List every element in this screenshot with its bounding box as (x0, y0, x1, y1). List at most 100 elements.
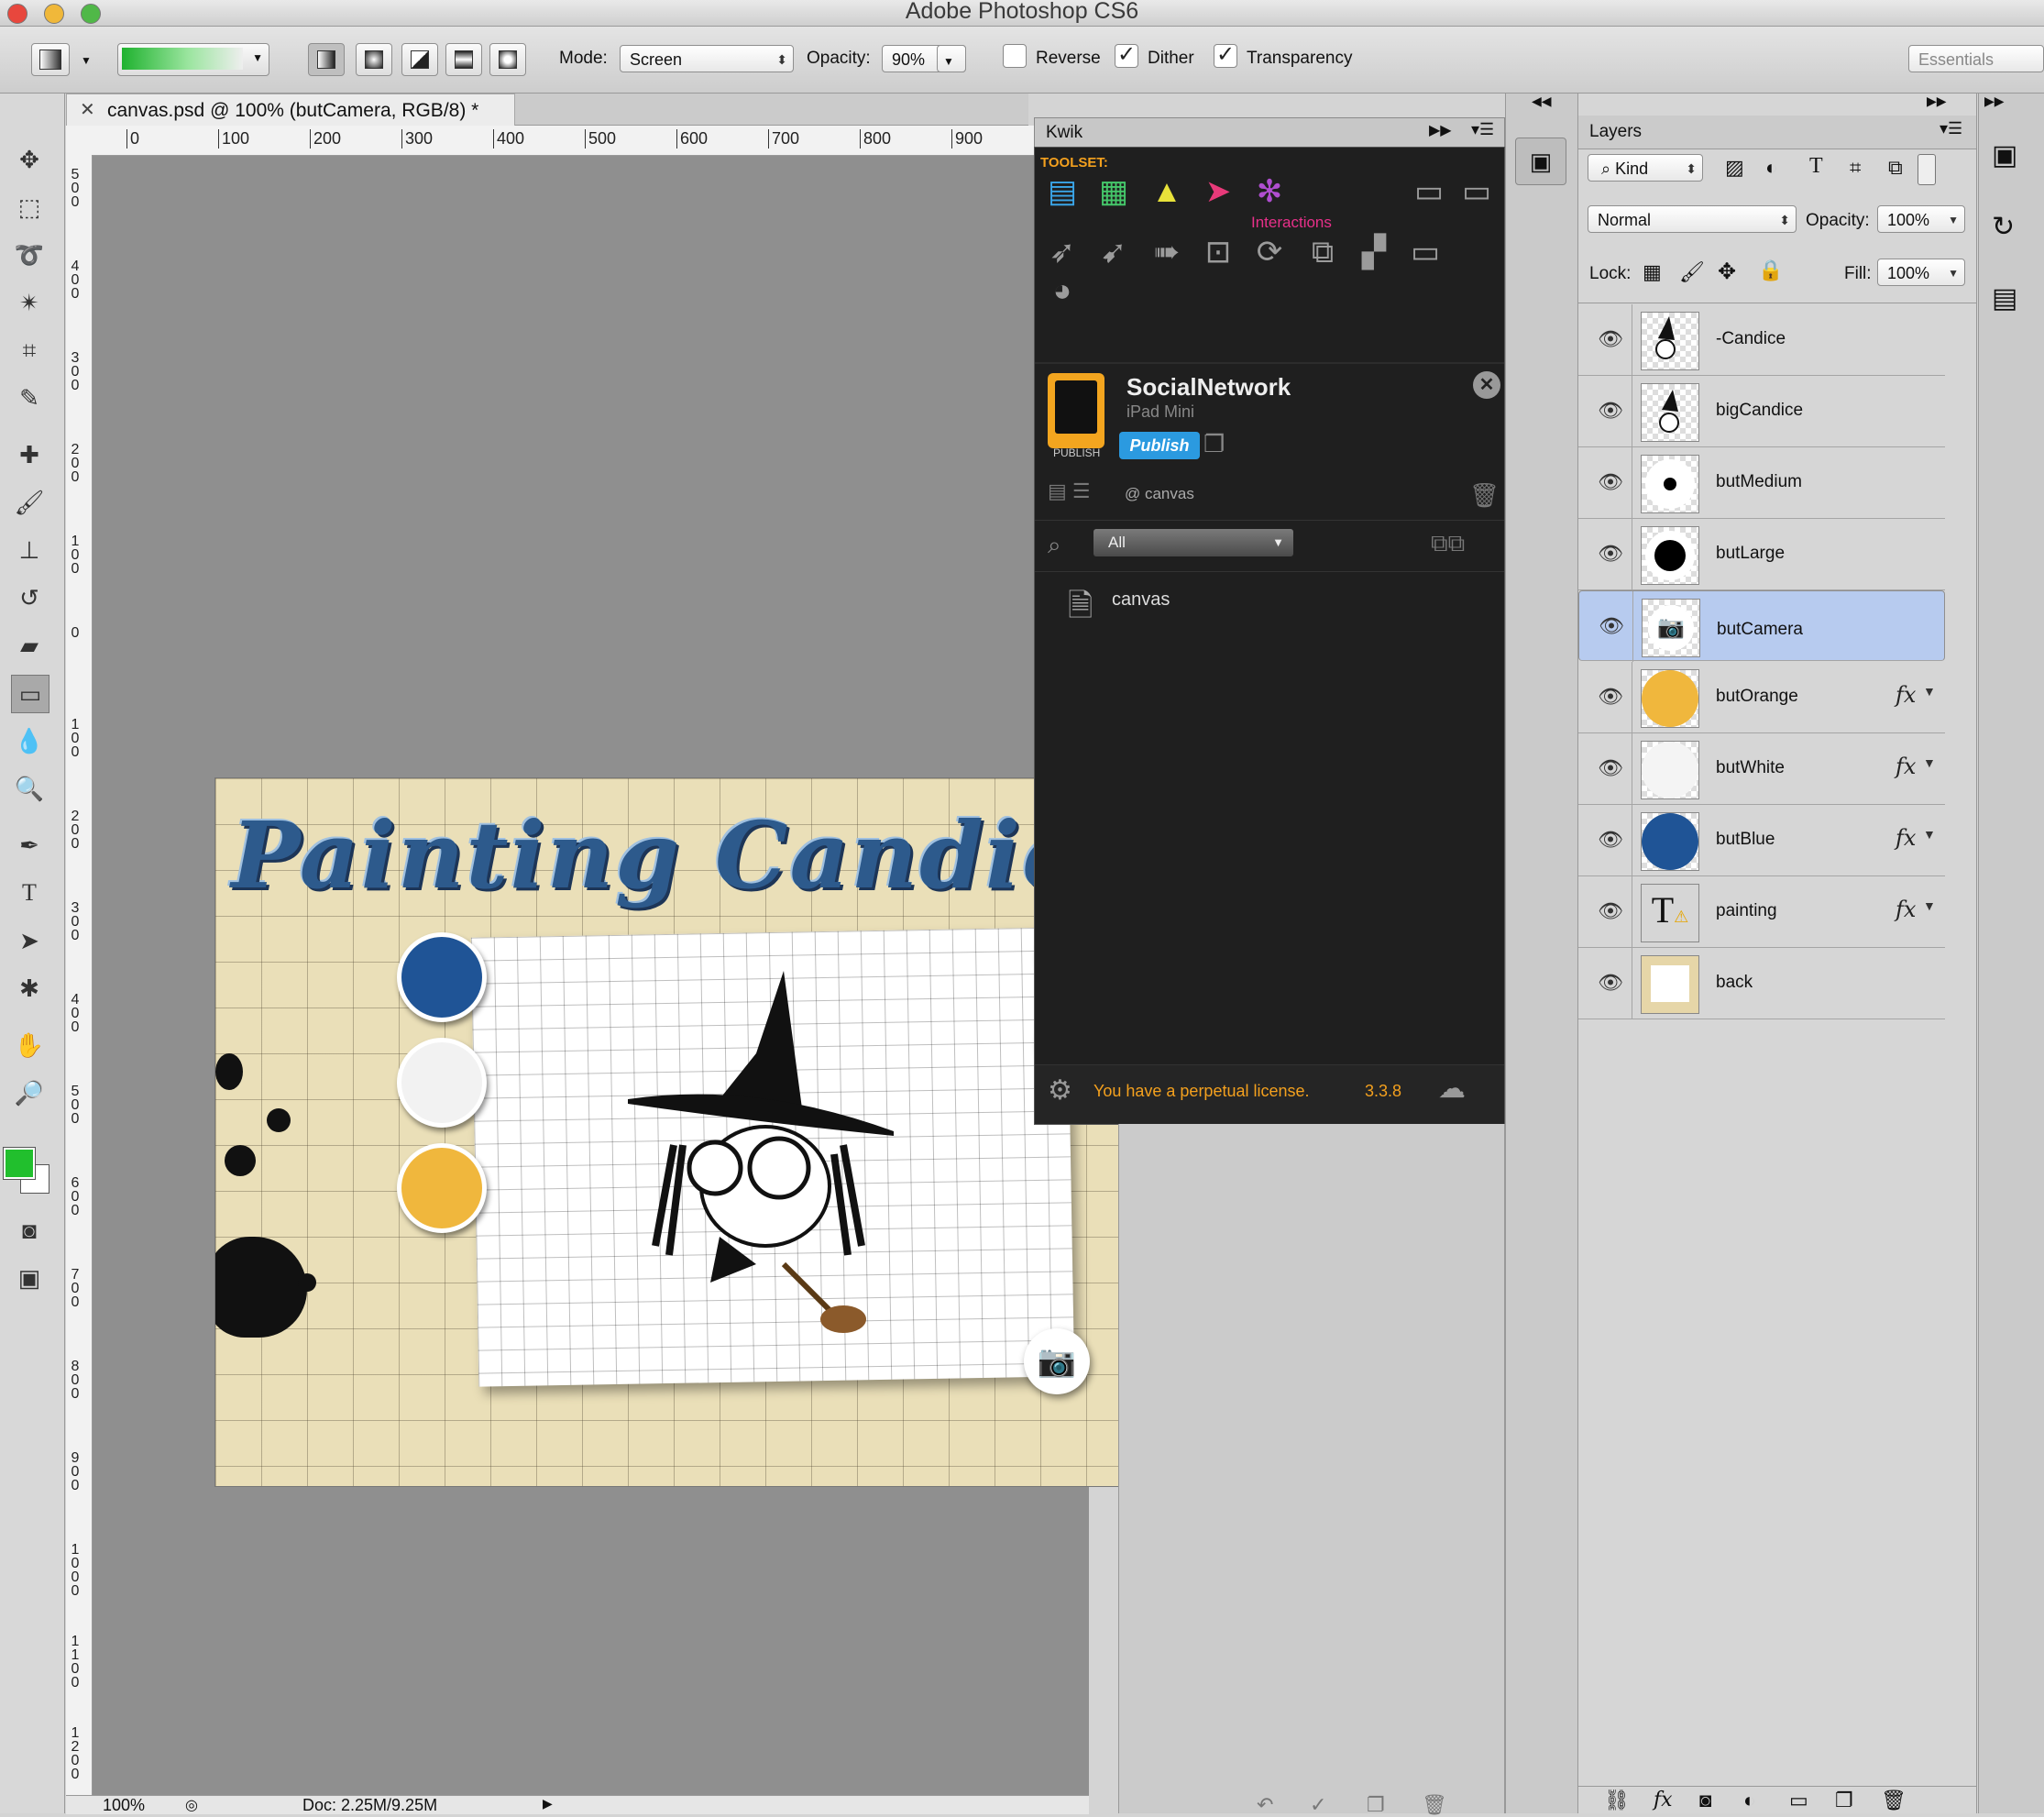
blur-tool-icon[interactable]: 💧 (11, 722, 48, 759)
layer-row-butcamera[interactable]: 👁 📷 butCamera (1578, 590, 1945, 662)
info-icon[interactable]: ◎ (185, 1796, 198, 1814)
actions-panel-icon[interactable]: ↻ (1992, 211, 2015, 243)
path-selection-tool-icon[interactable]: ➤ (11, 922, 48, 959)
layer-thumbnail[interactable] (1641, 526, 1699, 585)
adjustment-layer-icon[interactable]: ◐ (1743, 1789, 1755, 1812)
page-list-icon[interactable]: ▤ ☰ (1048, 479, 1091, 503)
eye-icon[interactable]: 👁 (1597, 328, 1624, 350)
layer-thumbnail[interactable] (1641, 455, 1699, 513)
gradient-tool-preset-button[interactable] (31, 43, 70, 76)
smart-object-filter-icon[interactable]: ⧉ (1888, 156, 1903, 180)
delete-layer-icon[interactable]: 🗑 (1881, 1789, 1907, 1812)
layer-name[interactable]: butBlue (1716, 830, 1775, 850)
atom-icon[interactable]: ✻ (1251, 173, 1288, 210)
delete-icon[interactable]: 🗑 (1422, 1793, 1447, 1817)
layer-row-candice[interactable]: 👁 -Candice (1578, 304, 1945, 376)
chevron-down-icon[interactable]: ▼ (1923, 755, 1936, 770)
layer-row-bigcandice[interactable]: 👁 bigCandice (1578, 376, 1945, 447)
eye-icon[interactable]: 👁 (1597, 686, 1624, 708)
hand-tool-icon[interactable]: ✋ (11, 1027, 48, 1063)
layer-row-butorange[interactable]: 👁 butOrange fx ▼ (1578, 662, 1945, 733)
transform-icon[interactable]: ⧉ (1304, 234, 1341, 270)
filter-select[interactable]: All ▼ (1093, 529, 1293, 556)
layer-name[interactable]: bigCandice (1716, 401, 1803, 421)
blue-color-button[interactable] (397, 932, 487, 1022)
zoom-level[interactable]: 100% (103, 1796, 145, 1815)
status-menu-icon[interactable]: ▶ (543, 1796, 553, 1811)
folder-icon[interactable]: ▭ (1458, 173, 1495, 210)
eye-icon[interactable]: 👁 (1597, 543, 1624, 565)
layer-name[interactable]: butCamera (1717, 616, 1803, 644)
canvas-workspace[interactable]: Painting Candice 📷 (93, 156, 1157, 1795)
adjustment-filter-icon[interactable]: ◐ (1765, 156, 1777, 180)
lock-all-icon[interactable]: 🔒 (1758, 259, 1783, 282)
dither-checkbox[interactable]: ✓ (1115, 44, 1138, 68)
layer-thumbnail[interactable] (1641, 383, 1699, 442)
healing-brush-tool-icon[interactable]: ✚ (11, 436, 48, 473)
transparency-checkbox[interactable]: ✓ (1214, 44, 1237, 68)
workspace-switcher[interactable]: Essentials (1908, 45, 2044, 72)
reflected-gradient-button[interactable] (445, 43, 482, 76)
layer-row-painting[interactable]: 👁 T⚠ painting fx ▼ (1578, 876, 1945, 948)
layer-thumbnail[interactable] (1641, 669, 1699, 728)
document-canvas[interactable]: Painting Candice 📷 (214, 777, 1157, 1487)
gradient-picker[interactable]: ▼ (117, 43, 269, 76)
undo-icon[interactable]: ↶ (1257, 1793, 1273, 1817)
type-filter-icon[interactable]: T (1809, 154, 1823, 179)
close-project-icon[interactable]: ✕ (1473, 371, 1500, 399)
opacity-dropdown-button[interactable]: ▼ (937, 45, 966, 72)
export-icon[interactable]: ⧉⧉ (1431, 529, 1465, 558)
lock-position-icon[interactable]: ✥ (1718, 259, 1736, 285)
vertical-ruler[interactable]: 500 400 300 200 100 0 100 200 300 400 500 600 700 800… (66, 155, 93, 1813)
image-filter-icon[interactable]: ▨ (1725, 156, 1744, 180)
expand-dock-icon[interactable]: ◀◀ (1532, 94, 1552, 109)
cloud-icon[interactable]: ☁ (1438, 1073, 1466, 1105)
move-object-icon[interactable]: ➹ (1095, 234, 1132, 270)
check-icon[interactable]: ✓ (1310, 1793, 1326, 1817)
white-color-button[interactable] (397, 1038, 487, 1128)
foreground-color-swatch[interactable] (3, 1147, 36, 1180)
brush-tool-icon[interactable]: 🖌 (11, 484, 48, 521)
layer-row-butwhite[interactable]: 👁 butWhite fx ▼ (1578, 733, 1945, 805)
search-icon[interactable]: ⌕ (1048, 531, 1061, 560)
layer-fx-label[interactable]: fx (1896, 897, 1916, 922)
project-tool-icon[interactable]: ▤ (1044, 173, 1081, 210)
layer-name[interactable]: butOrange (1716, 687, 1798, 707)
eye-icon[interactable]: 👁 (1598, 615, 1625, 637)
layer-thumbnail[interactable]: T⚠ (1641, 884, 1699, 942)
magic-wand-tool-icon[interactable]: ✴ (11, 284, 48, 321)
eye-icon[interactable]: 👁 (1597, 757, 1624, 779)
gear-icon[interactable]: ⚙ (1048, 1074, 1072, 1107)
quick-mask-icon[interactable]: ◙ (11, 1212, 48, 1249)
publish-rocket-icon[interactable]: ▲ (1148, 173, 1185, 210)
layer-kind-filter[interactable]: ⌕ Kind ⬍ (1588, 154, 1703, 182)
layer-thumbnail[interactable]: 📷 (1642, 599, 1700, 657)
fx-icon[interactable]: fx (1654, 1789, 1673, 1811)
layer-thumbnail[interactable] (1641, 955, 1699, 1014)
lock-image-icon[interactable]: 🖌 (1679, 260, 1705, 284)
layer-fx-label[interactable]: fx (1896, 682, 1916, 708)
eye-icon[interactable]: 👁 (1597, 400, 1624, 422)
blend-mode-select[interactable]: Normal ⬍ (1588, 205, 1797, 233)
pen-tool-icon[interactable]: ✒ (11, 827, 48, 864)
type-tool-icon[interactable]: T (11, 875, 48, 911)
horizontal-ruler[interactable]: 0 100 200 300 400 500 600 700 800 900 (92, 126, 1036, 156)
diamond-gradient-button[interactable] (489, 43, 526, 76)
panel-menu-icon[interactable]: ▾☰ (1471, 120, 1494, 139)
screen-mode-icon[interactable]: ▣ (11, 1260, 48, 1296)
interactions-cursor-icon[interactable]: ➤ (1200, 173, 1236, 210)
tree-item-canvas[interactable]: canvas (1112, 589, 1170, 611)
collapse-dock-icon[interactable]: ▶▶ (1984, 94, 2005, 109)
crop-tool-icon[interactable]: ⌗ (11, 332, 48, 369)
close-tab-icon[interactable]: ✕ (80, 98, 95, 121)
layer-name[interactable]: butWhite (1716, 758, 1785, 778)
layer-fx-label[interactable]: fx (1896, 754, 1916, 779)
scale-icon[interactable]: ⊡ (1200, 234, 1236, 270)
copy-icon[interactable]: ❐ (1203, 430, 1225, 458)
add-folder-icon[interactable]: ▭ (1411, 173, 1447, 210)
kwik-panel-icon[interactable]: ▣ (1515, 138, 1566, 185)
lock-transparent-icon[interactable]: ▦ (1643, 260, 1662, 284)
clone-stamp-tool-icon[interactable]: ⊥ (11, 532, 48, 568)
collapse-panel-icon[interactable]: ▶▶ (1429, 121, 1452, 139)
history-brush-tool-icon[interactable]: ↺ (11, 579, 48, 616)
